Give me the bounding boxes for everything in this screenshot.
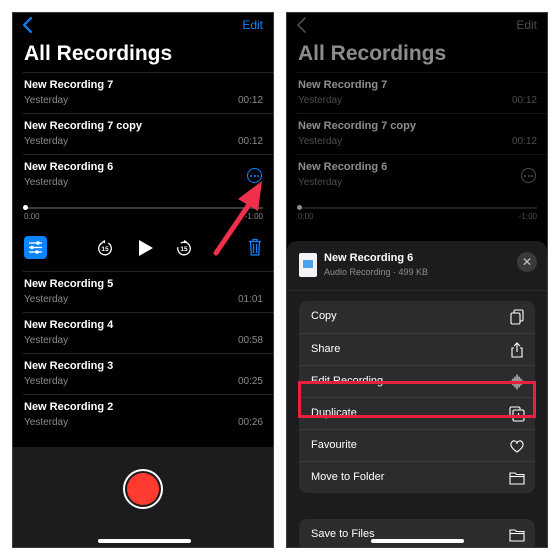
sliders-icon	[29, 241, 42, 254]
recording-date: Yesterday	[24, 376, 69, 387]
action-label: Move to Folder	[311, 471, 385, 483]
recording-date: Yesterday	[24, 417, 69, 428]
recording-duration: 01:01	[237, 294, 263, 305]
record-button[interactable]	[123, 469, 163, 509]
recording-row[interactable]: New Recording 7 Yesterday 00:12	[23, 72, 273, 113]
recording-duration: 00:12	[237, 136, 263, 147]
close-button[interactable]: ✕	[517, 252, 537, 272]
recording-name: New Recording 2	[24, 401, 114, 413]
recording-date: Yesterday	[298, 177, 343, 188]
page-title: All Recordings	[24, 42, 173, 65]
recording-name: New Recording 5	[24, 278, 114, 290]
dot	[527, 174, 530, 177]
time-remaining: -1:00	[518, 212, 537, 221]
folder-icon	[509, 529, 525, 542]
recording-duration: 00:26	[237, 417, 263, 428]
record-bar	[13, 447, 273, 547]
recording-duration: 00:12	[511, 95, 537, 106]
action-label: Share	[311, 343, 341, 355]
recording-name: New Recording 4	[24, 319, 114, 331]
recording-date: Yesterday	[298, 136, 343, 147]
dot	[531, 174, 533, 177]
recording-date: Yesterday	[298, 95, 343, 106]
recording-date: Yesterday	[24, 177, 69, 188]
action-label: Save to Files	[311, 528, 375, 540]
action-copy[interactable]: Copy	[299, 301, 535, 333]
file-info: Audio Recording · 499 KB	[324, 267, 429, 277]
heart-icon	[510, 440, 524, 453]
page-title: All Recordings	[298, 42, 447, 65]
edit-button: Edit	[516, 18, 537, 32]
svg-text:15: 15	[101, 246, 109, 253]
dot	[524, 174, 526, 177]
voice-memos-screen-right: Edit All Recordings New Recording 7 Yest…	[286, 12, 548, 548]
share-icon	[511, 342, 523, 358]
nav-bar: Edit	[287, 13, 547, 39]
close-icon: ✕	[521, 255, 533, 269]
recording-duration: 00:25	[237, 376, 263, 387]
scrubber-handle[interactable]	[23, 205, 28, 210]
audio-file-icon	[299, 253, 317, 277]
recording-date: Yesterday	[24, 95, 69, 106]
recording-row[interactable]: New Recording 5 Yesterday 01:01	[23, 271, 273, 312]
file-name: New Recording 6	[324, 252, 414, 264]
recording-row[interactable]: New Recording 7 copy Yesterday 00:12	[23, 113, 273, 154]
share-sheet-header: New Recording 6 Audio Recording · 499 KB…	[287, 241, 547, 291]
play-icon[interactable]	[136, 239, 154, 257]
skip-back-15-icon[interactable]: 15	[97, 240, 113, 256]
annotation-arrow-icon	[213, 181, 262, 256]
recording-duration: 00:58	[237, 335, 263, 346]
action-group: Save to Files	[299, 519, 535, 547]
time-elapsed: 0:00	[24, 212, 40, 221]
recording-row[interactable]: New Recording 3 Yesterday 00:25	[23, 353, 273, 394]
scrubber-handle	[297, 205, 302, 210]
action-save-to-files[interactable]: Save to Files	[299, 519, 535, 547]
edit-button[interactable]: Edit	[242, 18, 263, 32]
options-button[interactable]	[24, 236, 47, 259]
recording-date: Yesterday	[24, 294, 69, 305]
recording-name: New Recording 6	[24, 161, 114, 173]
skip-forward-15-icon[interactable]: 15	[176, 240, 192, 256]
recording-name: New Recording 7 copy	[24, 120, 142, 132]
recording-name: New Recording 7	[298, 79, 388, 91]
recording-duration: 00:12	[511, 136, 537, 147]
recording-duration: 00:12	[237, 95, 263, 106]
recording-row: New Recording 7 copy Yesterday 00:12	[297, 113, 547, 154]
recording-name: New Recording 3	[24, 360, 114, 372]
recording-row[interactable]: New Recording 2 Yesterday 00:26	[23, 394, 273, 435]
recording-date: Yesterday	[24, 335, 69, 346]
time-elapsed: 0:00	[298, 212, 314, 221]
nav-bar: Edit	[13, 13, 273, 39]
share-sheet: New Recording 6 Audio Recording · 499 KB…	[287, 241, 547, 547]
action-label: Favourite	[311, 439, 357, 451]
action-favourite[interactable]: Favourite	[299, 429, 535, 461]
chevron-left-icon	[296, 17, 306, 33]
home-indicator	[98, 539, 191, 543]
recording-name: New Recording 7 copy	[298, 120, 416, 132]
folder-icon	[509, 472, 525, 485]
recording-row[interactable]: New Recording 4 Yesterday 00:58	[23, 312, 273, 353]
action-move-to-folder[interactable]: Move to Folder	[299, 461, 535, 493]
svg-text:15: 15	[180, 246, 188, 253]
recording-name: New Recording 6	[298, 161, 388, 173]
recording-name: New Recording 7	[24, 79, 114, 91]
highlight-box	[298, 381, 536, 418]
home-indicator	[371, 539, 464, 543]
playback-scrubber	[297, 207, 537, 209]
action-share[interactable]: Share	[299, 333, 535, 365]
action-label: Copy	[311, 310, 337, 322]
chevron-left-icon[interactable]	[21, 16, 35, 34]
recording-row: New Recording 7 Yesterday 00:12	[297, 72, 547, 113]
voice-memos-screen-left: Edit All Recordings New Recording 7 Yest…	[12, 12, 274, 548]
recording-date: Yesterday	[24, 136, 69, 147]
more-options-button	[521, 168, 536, 183]
copy-icon	[510, 309, 524, 325]
